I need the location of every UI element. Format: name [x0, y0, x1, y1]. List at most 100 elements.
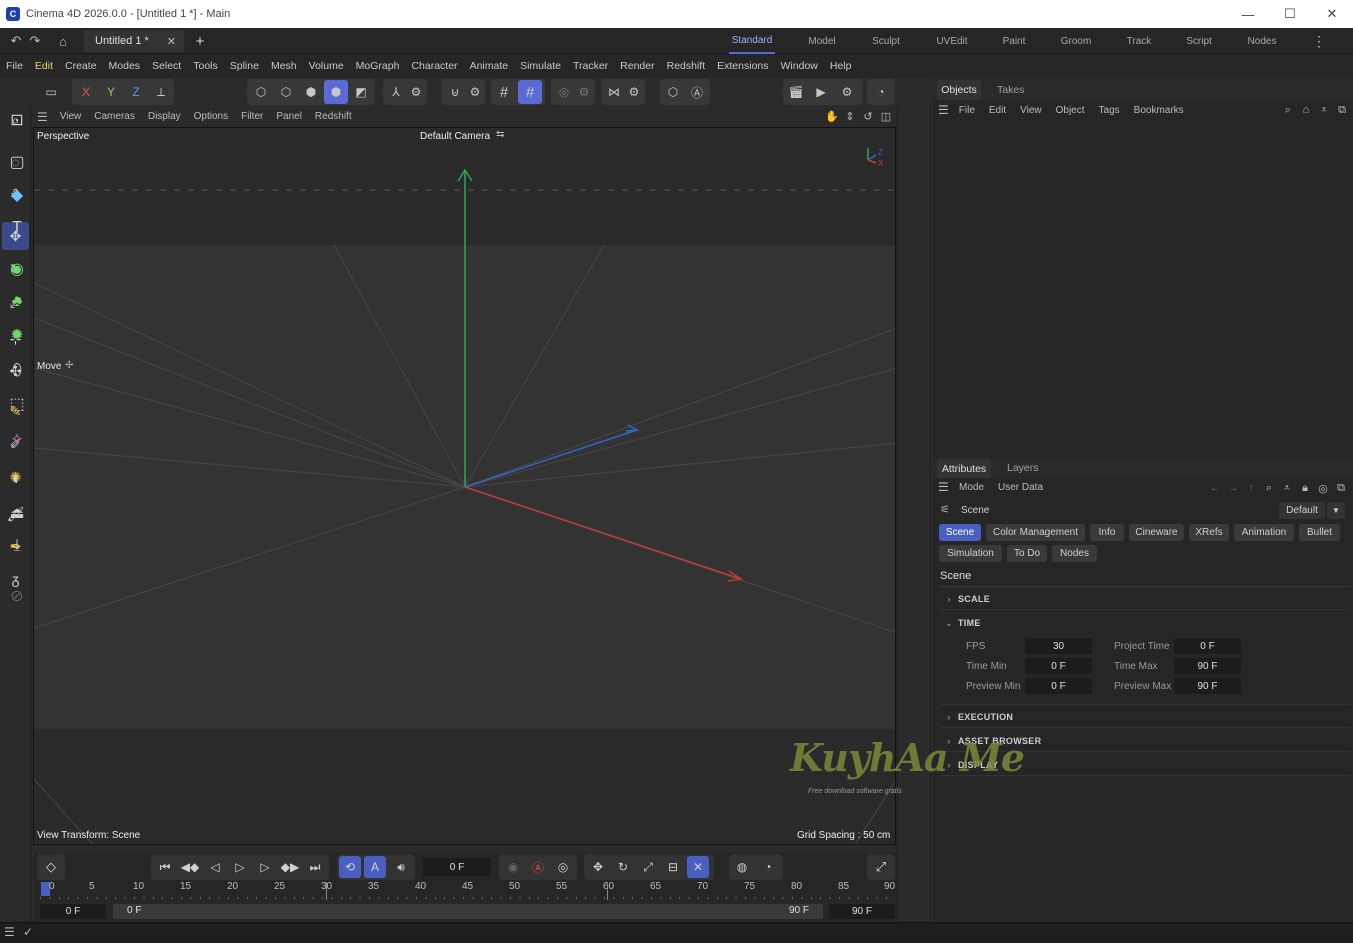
layout-sculpt[interactable]: Sculpt — [867, 28, 905, 54]
camera-object-icon[interactable]: ⏏ — [4, 499, 30, 527]
objects-menu-file[interactable]: File — [959, 105, 975, 116]
tab-attributes[interactable]: Attributes — [937, 459, 991, 478]
magnet-settings-icon[interactable]: ⚙ — [463, 80, 487, 104]
menu-window[interactable]: Window — [775, 60, 824, 72]
close-tab-icon[interactable]: ✕ — [167, 35, 176, 48]
render-to-picture-viewer-icon[interactable]: ▶ — [809, 80, 833, 104]
preset-dropdown[interactable]: Default — [1279, 502, 1325, 519]
field-icon[interactable]: ⬯ — [4, 357, 30, 385]
section-execution[interactable]: › EXECUTION — [940, 706, 1350, 728]
solo-icon[interactable]: ⬡ — [661, 80, 685, 104]
position-key-icon[interactable]: ✥ — [587, 856, 609, 878]
previous-key-icon[interactable]: ◀◆ — [179, 856, 201, 878]
timeline-expand-icon[interactable]: ⤢ — [867, 854, 895, 880]
layout-model[interactable]: Model — [803, 28, 841, 54]
keyframe-diamond-icon[interactable]: ◇ — [37, 854, 65, 880]
subdivision-surface-icon[interactable]: ◉ — [4, 255, 30, 283]
model-mode-icon[interactable]: ⬢ — [324, 80, 348, 104]
menu-create[interactable]: Create — [59, 60, 103, 72]
deformer-icon[interactable]: ✹ — [4, 321, 30, 349]
camera-label[interactable]: Default Camera — [420, 131, 490, 142]
viewport-menu-options[interactable]: Options — [194, 111, 228, 122]
y-axis-lock-button[interactable]: Y — [99, 80, 123, 104]
rotation-key-icon[interactable]: ↻ — [612, 856, 634, 878]
tab-objects[interactable]: Objects — [937, 80, 981, 100]
spline-rectangle-icon[interactable]: ▢ — [4, 148, 30, 176]
scale-key-icon[interactable]: ⤢ — [637, 856, 659, 878]
light-object-icon[interactable]: ⤓ — [4, 532, 30, 560]
target-icon[interactable]: ◎ — [1316, 480, 1330, 496]
preview-min-field[interactable]: 0 F — [1025, 678, 1092, 694]
add-tab-icon[interactable]: + — [192, 32, 208, 50]
section-scale[interactable]: › SCALE — [940, 588, 1350, 610]
subtab-cineware[interactable]: Cineware — [1129, 524, 1184, 541]
parameter-key-icon[interactable]: ⊟ — [662, 856, 684, 878]
viewport-menu-panel[interactable]: Panel — [276, 111, 302, 122]
menu-simulate[interactable]: Simulate — [514, 60, 567, 72]
objects-menu-object[interactable]: Object — [1056, 105, 1085, 116]
menu-render[interactable]: Render — [614, 60, 660, 72]
environment-icon[interactable]: ◐ — [4, 466, 30, 494]
objects-menu-edit[interactable]: Edit — [989, 105, 1006, 116]
status-menu-icon[interactable]: ☰ — [4, 925, 15, 939]
play-icon[interactable]: ▷ — [229, 856, 251, 878]
subtab-info[interactable]: Info — [1090, 524, 1124, 541]
redshift-rendering-icon[interactable]: ◔ — [869, 80, 893, 104]
coordinate-system-icon[interactable]: ⟂ — [149, 80, 173, 104]
null-object-icon[interactable]: ⊡ — [4, 106, 30, 134]
menu-spline[interactable]: Spline — [224, 60, 265, 72]
attributes-new-window-icon[interactable]: ⧉ — [1334, 480, 1348, 496]
attributes-search-icon[interactable]: ⌕ — [1262, 480, 1276, 496]
next-key-icon[interactable]: ◆▶ — [279, 856, 301, 878]
objects-menu-bookmarks[interactable]: Bookmarks — [1134, 105, 1184, 116]
menu-modes[interactable]: Modes — [103, 60, 147, 72]
more-options-icon[interactable]: ⋮ — [1311, 32, 1327, 50]
time-max-field[interactable]: 90 F — [1174, 658, 1241, 674]
motion-system-icon[interactable]: ◍ — [731, 856, 753, 878]
menu-tools[interactable]: Tools — [187, 60, 224, 72]
back-arrow-icon[interactable]: ← — [1208, 480, 1222, 496]
objects-home-icon[interactable]: ⌂ — [1299, 102, 1313, 118]
preset-dropdown-chevron-icon[interactable]: ▼ — [1327, 502, 1345, 519]
render-view-icon[interactable]: 🎬︎ — [784, 80, 808, 104]
viewport-menu-view[interactable]: View — [60, 111, 82, 122]
x-axis-lock-button[interactable]: X — [74, 80, 98, 104]
frame-range-icon[interactable]: A — [364, 856, 386, 878]
subtab-scene[interactable]: Scene — [939, 524, 981, 541]
text-spline-icon[interactable]: T — [4, 214, 30, 242]
layout-uvedit[interactable]: UVEdit — [930, 28, 974, 54]
objects-new-window-icon[interactable]: ⧉ — [1335, 102, 1349, 118]
previous-frame-icon[interactable]: ◁ — [204, 856, 226, 878]
objects-menu-tags[interactable]: Tags — [1099, 105, 1120, 116]
edges-mode-icon[interactable]: ⬡ — [274, 80, 298, 104]
autokey-icon[interactable]: Ⓐ — [527, 856, 549, 878]
range-end-field[interactable]: 90 F — [829, 904, 895, 919]
menu-animate[interactable]: Animate — [464, 60, 515, 72]
attributes-menu-icon[interactable]: ☰ — [938, 480, 949, 494]
polygons-mode-icon[interactable]: ⬢ — [299, 80, 323, 104]
viewport-menu-icon[interactable]: ☰ — [37, 110, 48, 124]
menu-redshift[interactable]: Redshift — [661, 60, 712, 72]
sound-icon[interactable]: 🔊︎ — [390, 856, 412, 878]
sketch-style-icon[interactable]: ⊘ — [4, 582, 30, 610]
layout-standard[interactable]: Standard — [729, 28, 775, 54]
toggle-panel-icon[interactable]: ◫ — [879, 108, 893, 124]
objects-menu-view[interactable]: View — [1020, 105, 1042, 116]
point-level-animation-icon[interactable]: ✕ — [687, 856, 709, 878]
loop-icon[interactable]: ⟲ — [339, 856, 361, 878]
menu-help[interactable]: Help — [824, 60, 858, 72]
current-frame-field[interactable]: 0 F — [423, 858, 491, 876]
uv-mode-icon[interactable]: ◩ — [349, 80, 373, 104]
render-settings-icon[interactable]: ⚙ — [835, 80, 859, 104]
bend-deformer-icon[interactable]: ⟡ — [4, 425, 30, 453]
keyframe-selection-icon[interactable]: ◎ — [552, 856, 574, 878]
dolly-view-icon[interactable]: ⇕ — [843, 108, 857, 124]
attributes-filter-icon[interactable]: ⩡ — [1280, 480, 1294, 496]
subtab-xrefs[interactable]: XRefs — [1189, 524, 1229, 541]
layout-nodes[interactable]: Nodes — [1243, 28, 1281, 54]
viewport-menu-redshift[interactable]: Redshift — [315, 111, 352, 122]
home-icon[interactable]: ⌂ — [55, 32, 71, 50]
fps-field[interactable]: 30 — [1025, 638, 1092, 654]
maximize-button[interactable]: ☐ — [1269, 0, 1311, 28]
subtab-simulation[interactable]: Simulation — [939, 545, 1002, 562]
